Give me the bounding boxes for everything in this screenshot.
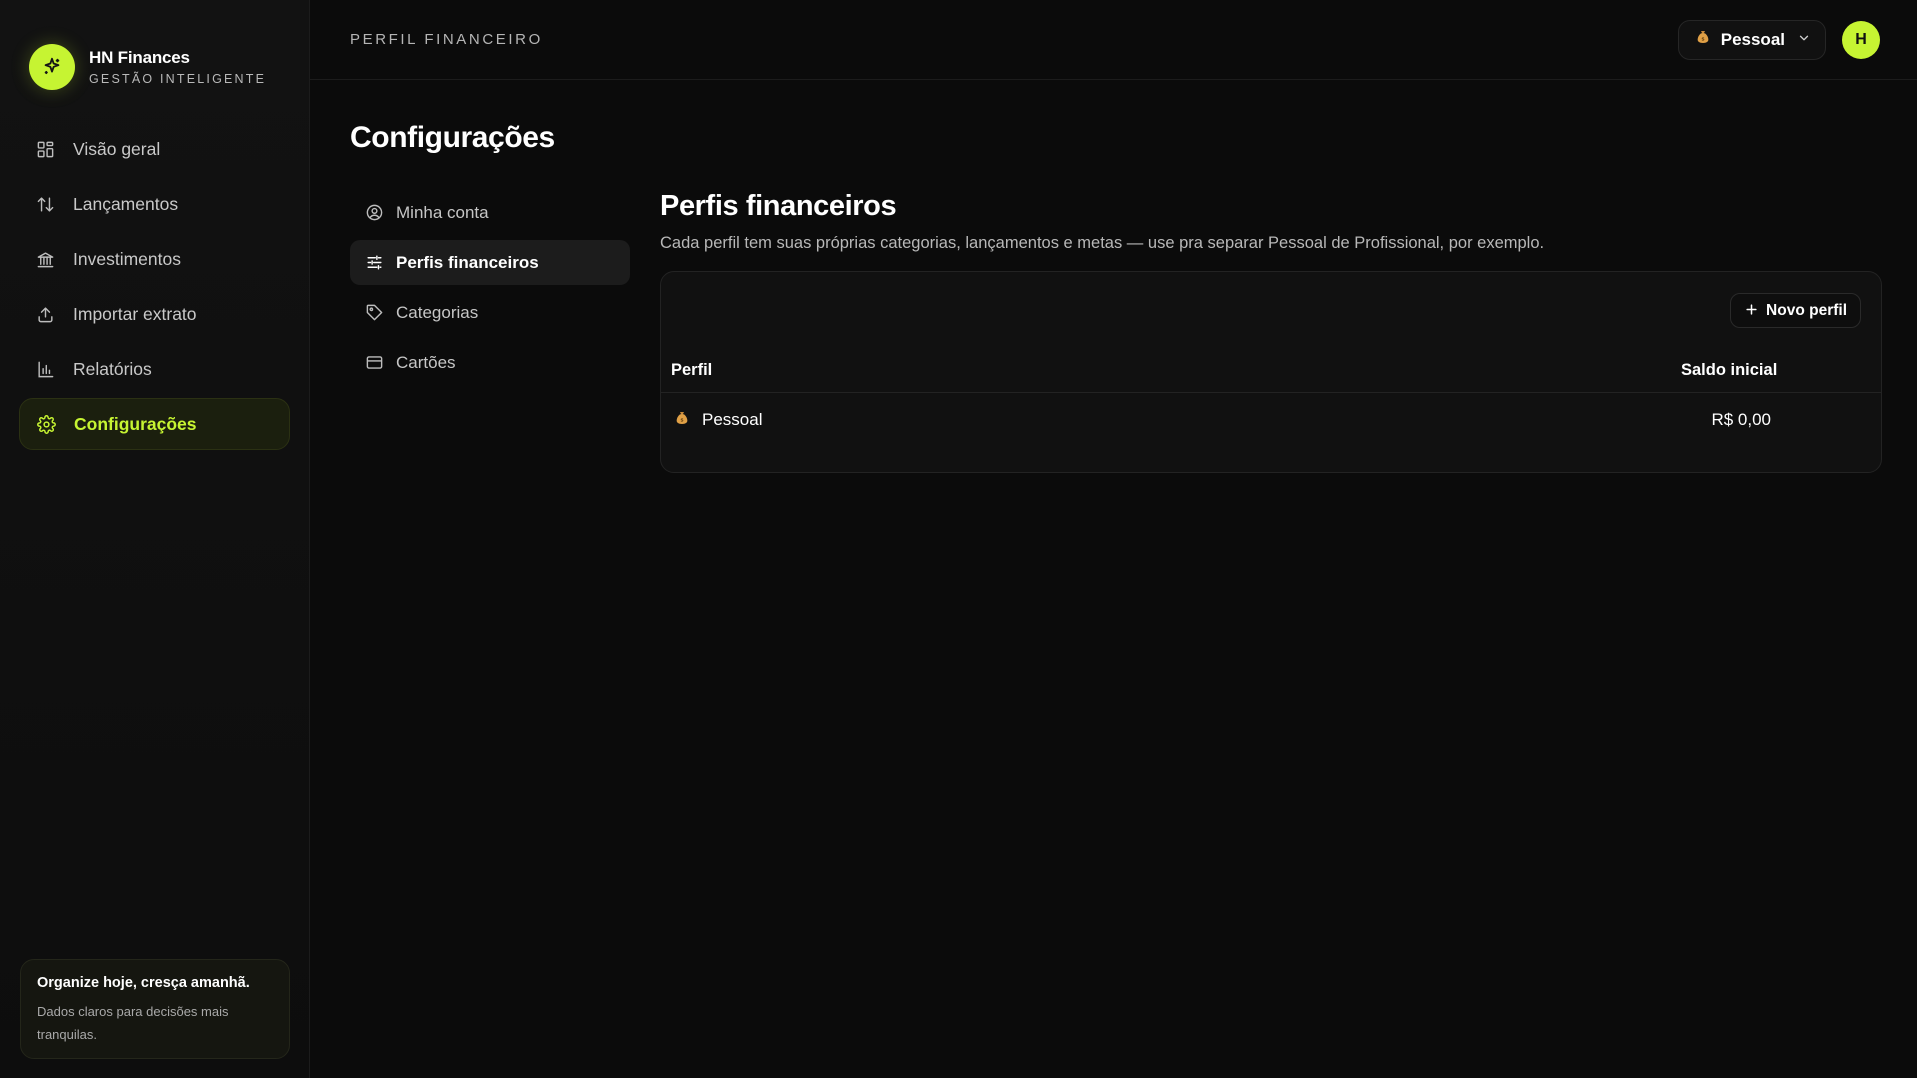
sidebar-item-visao-geral[interactable]: Visão geral: [19, 123, 290, 175]
table-row[interactable]: $ Pessoal R$ 0,00: [661, 394, 1881, 446]
profiles-section: Perfis financeiros Cada perfil tem suas …: [660, 190, 1882, 473]
settings-nav-label: Perfis financeiros: [396, 252, 539, 272]
sidebar-item-investimentos[interactable]: Investimentos: [19, 233, 290, 285]
settings-nav-categorias[interactable]: Categorias: [350, 290, 630, 335]
credit-card-icon: [364, 353, 384, 373]
settings-nav-minha-conta[interactable]: Minha conta: [350, 190, 630, 235]
gear-icon: [36, 414, 56, 434]
column-header-perfil: Perfil: [671, 360, 713, 379]
svg-text:$: $: [1701, 36, 1704, 42]
upload-icon: [35, 304, 55, 324]
bank-icon: [35, 249, 55, 269]
sidebar-item-label: Relatórios: [73, 358, 152, 379]
sidebar-item-label: Investimentos: [73, 248, 181, 269]
promo-card: Organize hoje, cresça amanhã. Dados clar…: [20, 959, 290, 1059]
sidebar: HN Finances GESTÃO INTELIGENTE Visão ger…: [0, 0, 310, 1078]
sidebar-item-label: Importar extrato: [73, 303, 197, 324]
money-bag-icon: $: [1695, 29, 1711, 50]
new-profile-button[interactable]: Novo perfil: [1730, 293, 1861, 328]
money-bag-icon: $: [674, 410, 690, 431]
settings-nav-label: Minha conta: [396, 202, 489, 222]
sliders-icon: [364, 253, 384, 273]
section-description: Cada perfil tem suas próprias categorias…: [660, 234, 1545, 252]
sidebar-item-lancamentos[interactable]: Lançamentos: [19, 178, 290, 230]
section-title: Perfis financeiros: [660, 190, 897, 222]
chevron-down-icon: [1797, 30, 1811, 50]
new-profile-label: Novo perfil: [1766, 301, 1847, 319]
promo-title: Organize hoje, cresça amanhã.: [37, 975, 250, 991]
sidebar-nav: Visão geral Lançamentos Investimentos Im…: [0, 123, 309, 450]
sidebar-item-importar-extrato[interactable]: Importar extrato: [19, 288, 290, 340]
page-title: Configurações: [350, 121, 555, 154]
user-circle-icon: [364, 203, 384, 223]
settings-nav-label: Categorias: [396, 302, 479, 322]
settings-nav-cartoes[interactable]: Cartões: [350, 340, 630, 385]
profiles-table-card: Novo perfil Perfil Saldo inicial $ Pesso…: [660, 271, 1882, 473]
promo-text: Dados claros para decisões mais tranquil…: [37, 1004, 229, 1042]
app: HN Finances GESTÃO INTELIGENTE Visão ger…: [0, 0, 1917, 1078]
bar-chart-icon: [35, 359, 55, 379]
profile-name: Pessoal: [702, 410, 763, 429]
avatar[interactable]: H: [1842, 20, 1880, 59]
brand-name: HN Finances: [89, 47, 190, 67]
plus-icon: [1744, 301, 1759, 321]
main-area: PERFIL FINANCEIRO $ Pessoal H Configuraç…: [310, 0, 1917, 1078]
grid-icon: [35, 139, 55, 159]
profile-balance: R$ 0,00: [1711, 410, 1771, 429]
topbar-title: PERFIL FINANCEIRO: [350, 31, 543, 48]
sidebar-item-configuracoes[interactable]: Configurações: [19, 398, 290, 450]
tag-icon: [364, 303, 384, 323]
svg-text:$: $: [680, 417, 683, 423]
table-header: Perfil Saldo inicial: [661, 348, 1881, 393]
settings-nav: Minha conta Perfis financeiros Categoria…: [350, 190, 630, 390]
sidebar-item-label: Configurações: [74, 413, 197, 434]
brand[interactable]: HN Finances GESTÃO INTELIGENTE: [0, 0, 309, 104]
profile-selector-value: Pessoal: [1720, 29, 1785, 49]
topbar: PERFIL FINANCEIRO $ Pessoal H: [310, 0, 1917, 80]
brand-subtitle: GESTÃO INTELIGENTE: [89, 71, 267, 86]
sidebar-item-label: Lançamentos: [73, 193, 179, 214]
arrows-up-down-icon: [35, 194, 55, 214]
sidebar-item-relatorios[interactable]: Relatórios: [19, 343, 290, 395]
sidebar-item-label: Visão geral: [73, 138, 161, 159]
sparkle-logo-icon: [29, 43, 75, 90]
settings-nav-perfis-financeiros[interactable]: Perfis financeiros: [350, 240, 630, 285]
profile-selector[interactable]: $ Pessoal: [1677, 19, 1826, 60]
column-header-saldo-inicial: Saldo inicial: [1681, 360, 1778, 379]
settings-nav-label: Cartões: [396, 352, 456, 372]
